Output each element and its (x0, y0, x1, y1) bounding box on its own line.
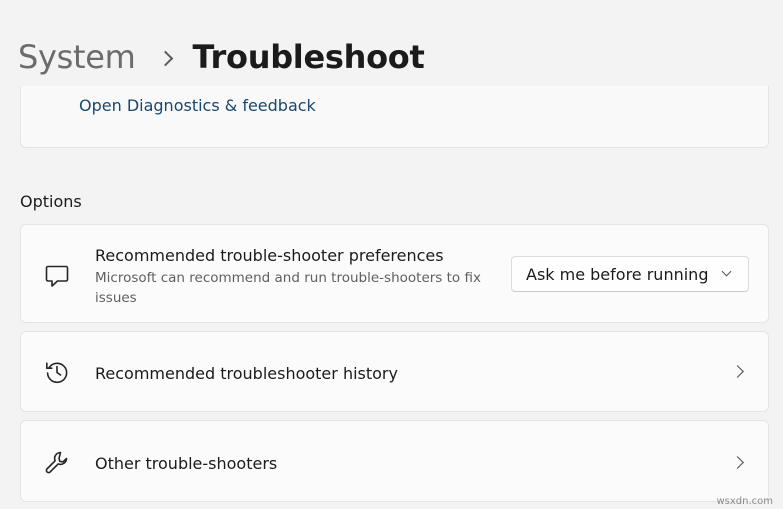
recommended-troubleshooter-preferences-card: Recommended trouble-shooter preferences … (20, 224, 769, 323)
recommended-troubleshooter-history-row[interactable]: Recommended troubleshooter history (20, 331, 769, 412)
breadcrumb-system-link[interactable]: System (18, 38, 136, 76)
chevron-down-icon (721, 266, 732, 277)
breadcrumb: System Troubleshoot (18, 32, 425, 82)
wrench-icon (43, 449, 71, 477)
troubleshooter-preference-dropdown[interactable]: Ask me before running (511, 256, 749, 292)
chevron-right-icon (731, 456, 744, 469)
breadcrumb-chevron-icon (157, 50, 173, 66)
history-icon (43, 358, 71, 386)
watermark-text: wsxdn.com (716, 496, 773, 507)
chat-bubble-icon (43, 261, 71, 289)
recommended-preferences-title: Recommended trouble-shooter preferences (95, 246, 444, 265)
recommended-preferences-description: Microsoft can recommend and run trouble-… (95, 270, 481, 306)
other-troubleshooters-row[interactable]: Other trouble-shooters (20, 420, 769, 502)
dropdown-selected-value: Ask me before running (526, 265, 709, 284)
troubleshoot-settings-page: System Troubleshoot Open Diagnostics & f… (0, 0, 783, 509)
diagnostics-feedback-card: Open Diagnostics & feedback (20, 86, 769, 148)
open-diagnostics-feedback-link[interactable]: Open Diagnostics & feedback (79, 96, 316, 115)
troubleshooter-history-title: Recommended troubleshooter history (95, 364, 398, 383)
page-title: Troubleshoot (192, 38, 425, 76)
other-troubleshooters-title: Other trouble-shooters (95, 454, 278, 473)
chevron-right-icon (731, 365, 744, 378)
options-section-title: Options (20, 192, 82, 211)
